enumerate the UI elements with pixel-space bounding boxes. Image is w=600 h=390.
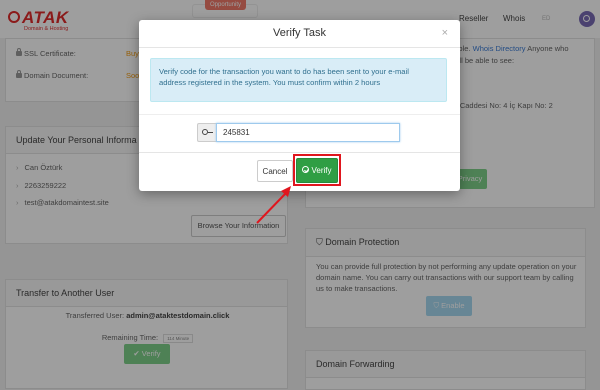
annotation-arrow (256, 186, 291, 224)
